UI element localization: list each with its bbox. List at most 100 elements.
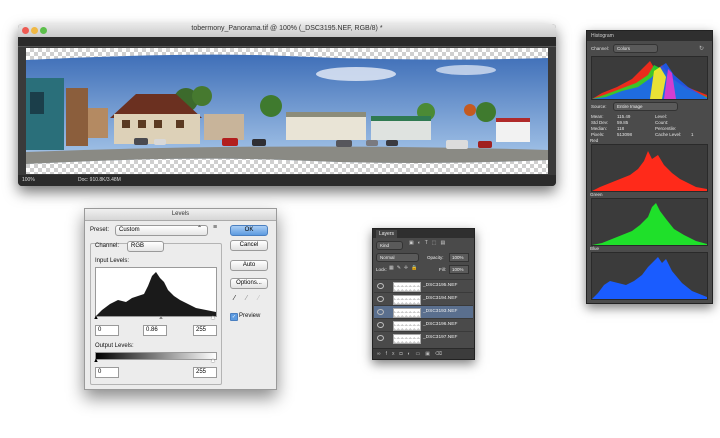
input-black-slider[interactable]: ▲ bbox=[93, 315, 99, 321]
layer-thumbnail bbox=[393, 308, 421, 318]
stddev-label: Std Dev: bbox=[591, 120, 609, 125]
input-gamma-slider[interactable]: ▲ bbox=[158, 315, 164, 321]
mean-label: Mean: bbox=[591, 114, 604, 119]
cache-level-label: Cache Level: bbox=[655, 132, 682, 137]
cancel-button[interactable]: Cancel bbox=[230, 240, 268, 251]
opacity-field[interactable]: 100% bbox=[449, 253, 469, 262]
options-button[interactable]: Options... bbox=[230, 278, 268, 289]
layers-panel: Layers Kind ▣◐T⬚▤ Normal Opacity: 100% L… bbox=[372, 228, 475, 360]
image-canvas[interactable] bbox=[26, 48, 548, 174]
auto-button[interactable]: Auto bbox=[230, 260, 268, 271]
horizontal-ruler bbox=[18, 37, 556, 47]
document-title: tobermony_Panorama.tif @ 100% (_DSC3195.… bbox=[191, 25, 383, 32]
mean-value: 115.49 bbox=[617, 114, 631, 119]
blue-histogram bbox=[591, 252, 708, 300]
white-eyedropper-icon[interactable]: ⁄ bbox=[258, 295, 259, 302]
layer-name: _DSC3194.NEF bbox=[423, 296, 458, 301]
input-white-field[interactable]: 255 bbox=[193, 325, 217, 336]
input-black-field[interactable]: 0 bbox=[95, 325, 119, 336]
layer-filter-kind-select[interactable]: Kind bbox=[376, 241, 403, 250]
layer-name: _DSC3196.NEF bbox=[423, 322, 458, 327]
red-histogram bbox=[591, 144, 708, 192]
output-white-slider[interactable]: ▲ bbox=[210, 358, 216, 364]
fill-label: Fill: bbox=[439, 267, 446, 272]
cache-level-value: 1 bbox=[691, 132, 694, 137]
level-label: Level: bbox=[655, 114, 668, 119]
panorama-image bbox=[26, 54, 548, 164]
layers-tab[interactable]: Layers bbox=[376, 230, 398, 238]
histogram-channel-label: Channel: bbox=[591, 46, 610, 51]
gray-eyedropper-icon[interactable]: ⁄ bbox=[246, 295, 247, 302]
layer-name: _DSC3195.NEF bbox=[423, 283, 458, 288]
input-levels-label: Input Levels: bbox=[95, 258, 130, 264]
levels-histogram bbox=[95, 267, 217, 317]
document-titlebar: tobermony_Panorama.tif @ 100% (_DSC3195.… bbox=[18, 24, 556, 38]
layer-name: _DSC3197.NEF bbox=[423, 335, 458, 340]
median-label: Median: bbox=[591, 126, 608, 131]
zoom-level[interactable]: 100% bbox=[22, 177, 35, 183]
layers-tabbar: Layers bbox=[373, 229, 474, 238]
layer-row-selected[interactable]: _DSC3193.NEF bbox=[374, 305, 473, 318]
layer-filter-icons[interactable]: ▣◐T⬚▤ bbox=[409, 240, 449, 246]
histogram-source-select[interactable]: Entire Image bbox=[613, 102, 678, 111]
blend-mode-select[interactable]: Normal bbox=[376, 253, 419, 262]
black-eyedropper-icon[interactable]: ⁄ bbox=[234, 295, 235, 302]
input-gamma-field[interactable]: 0.86 bbox=[143, 325, 167, 336]
pixels-label: Pixels: bbox=[591, 132, 605, 137]
layers-footer-icons[interactable]: ∞fx◘◐▭▣⌫ bbox=[373, 348, 474, 359]
layer-row[interactable]: _DSC3194.NEF bbox=[374, 292, 473, 305]
layer-row[interactable]: _DSC3196.NEF bbox=[374, 318, 473, 331]
channel-label: Channel: bbox=[95, 243, 120, 249]
preset-select[interactable]: Custom bbox=[115, 225, 208, 236]
histogram-source-label: Source: bbox=[591, 104, 607, 109]
visibility-eye-icon[interactable] bbox=[377, 309, 384, 315]
preset-label: Preset: bbox=[90, 227, 110, 233]
opacity-label: Opacity: bbox=[427, 255, 444, 260]
green-histogram bbox=[591, 198, 708, 246]
histogram-panel-title: Histogram bbox=[587, 31, 712, 41]
red-graph-label: Red bbox=[590, 138, 599, 143]
document-size: Doc: 910.8K/3.48M bbox=[78, 177, 121, 183]
input-white-slider[interactable]: ▲ bbox=[210, 315, 216, 321]
preview-checkbox[interactable]: ✓ bbox=[230, 313, 238, 321]
pixels-value: 513098 bbox=[617, 132, 633, 137]
colors-histogram bbox=[591, 56, 708, 100]
percentile-label: Percentile: bbox=[655, 126, 677, 131]
visibility-eye-icon[interactable] bbox=[377, 322, 384, 328]
document-status-bar: 100% Doc: 910.8K/3.48M bbox=[18, 175, 556, 186]
ok-button[interactable]: OK bbox=[230, 225, 268, 236]
lock-icons[interactable]: ▦✎✛🔒 bbox=[389, 265, 420, 271]
levels-title: Levels bbox=[85, 209, 276, 221]
lock-label: Lock: bbox=[376, 267, 387, 272]
fill-field[interactable]: 100% bbox=[449, 265, 469, 274]
layer-thumbnail bbox=[393, 295, 421, 305]
output-black-slider[interactable]: ▲ bbox=[93, 358, 99, 364]
preset-chevron-icon: ⌃ bbox=[197, 226, 203, 232]
layer-thumbnail bbox=[393, 334, 421, 344]
output-levels-label: Output Levels: bbox=[95, 343, 134, 349]
green-graph-label: Green bbox=[590, 192, 603, 197]
layer-thumbnail bbox=[393, 321, 421, 331]
visibility-eye-icon[interactable] bbox=[377, 335, 384, 341]
histogram-channel-select[interactable]: Colors bbox=[613, 44, 658, 53]
stddev-value: 59.85 bbox=[617, 120, 629, 125]
input-slider-track bbox=[95, 316, 215, 317]
preview-label: Preview bbox=[239, 313, 261, 319]
output-white-field[interactable]: 255 bbox=[193, 367, 217, 378]
count-label: Count: bbox=[655, 120, 669, 125]
visibility-eye-icon[interactable] bbox=[377, 296, 384, 302]
layer-thumbnail bbox=[393, 282, 421, 292]
preset-options-icon[interactable]: ≡ bbox=[213, 224, 217, 231]
layer-name: _DSC3193.NEF bbox=[423, 309, 458, 314]
blue-graph-label: Blue bbox=[590, 246, 600, 251]
output-black-field[interactable]: 0 bbox=[95, 367, 119, 378]
refresh-icon[interactable]: ↻ bbox=[699, 45, 704, 52]
layer-row[interactable]: _DSC3195.NEF bbox=[374, 279, 473, 292]
median-value: 118 bbox=[617, 126, 625, 131]
layer-row[interactable]: _DSC3197.NEF bbox=[374, 331, 473, 344]
levels-dialog: Levels Preset: Custom ⌃ ≡ Channel: RGB I… bbox=[84, 208, 277, 390]
document-window: tobermony_Panorama.tif @ 100% (_DSC3195.… bbox=[18, 24, 556, 186]
visibility-eye-icon[interactable] bbox=[377, 283, 384, 289]
channel-select[interactable]: RGB bbox=[127, 241, 164, 252]
output-gradient bbox=[95, 352, 217, 360]
